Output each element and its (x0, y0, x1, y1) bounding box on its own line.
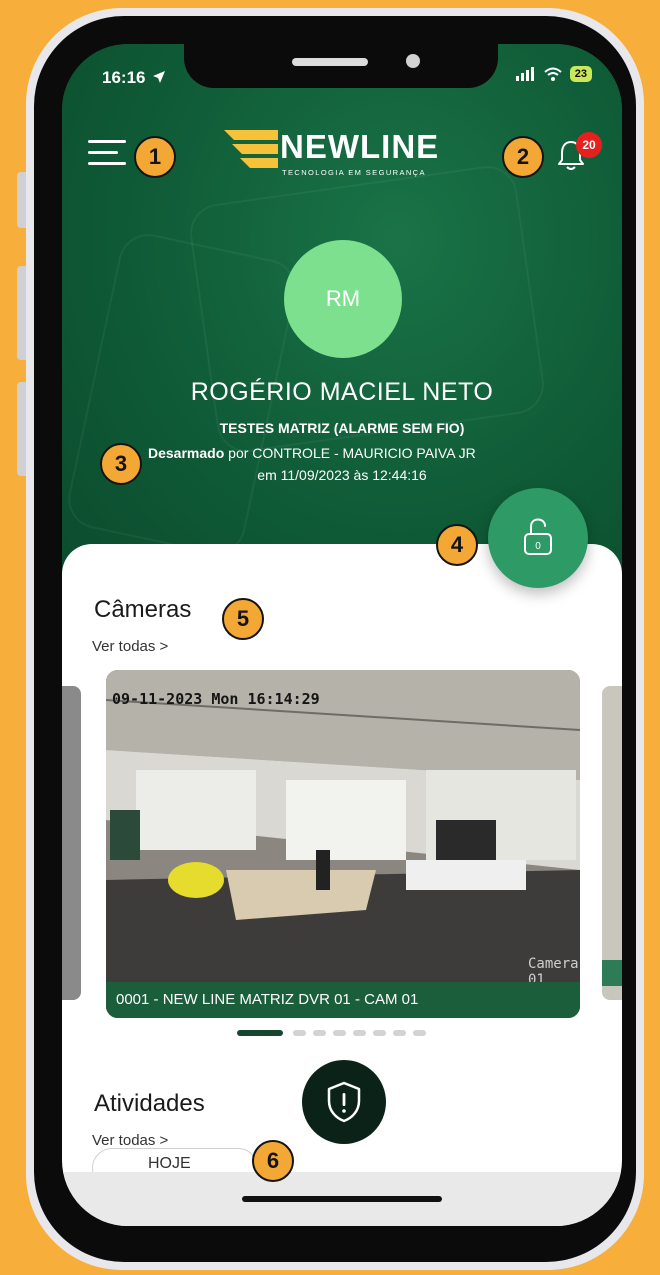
shield-alert-icon (327, 1081, 361, 1123)
pagination-dot[interactable] (333, 1030, 346, 1036)
speaker-grill (292, 58, 368, 66)
activities-see-all-link[interactable]: Ver todas > (92, 1132, 168, 1149)
home-indicator (242, 1196, 442, 1202)
camera-card-next[interactable] (602, 686, 622, 1000)
alarm-status-actor: por CONTROLE - MAURICIO PAIVA JR (224, 445, 476, 461)
battery-icon: 23 (569, 66, 592, 82)
status-indicators: 23 (515, 66, 592, 82)
app-screen: 16:16 23 NEWLINE TECNOLOGIA EM SEGURANÇA… (62, 44, 622, 1226)
camera-snapshot (106, 670, 580, 1018)
activity-date-label: HOJE (148, 1155, 191, 1172)
camera-caption: 0001 - NEW LINE MATRIZ DVR 01 - CAM 01 (106, 982, 580, 1018)
avatar: RM (284, 240, 402, 358)
location-arrow-icon (153, 71, 166, 83)
alarm-status: Desarmado por CONTROLE - MAURICIO PAIVA … (148, 445, 476, 461)
activities-title: Atividades (94, 1090, 205, 1117)
logo-wordmark: NEWLINE (280, 128, 440, 165)
callout-marker-3: 3 (100, 443, 142, 485)
pagination-dot[interactable] (237, 1030, 283, 1036)
arm-disarm-button[interactable]: 0 (488, 488, 588, 588)
callout-marker-2: 2 (502, 136, 544, 178)
logo-stripes-icon (224, 130, 278, 168)
pagination-dot[interactable] (393, 1030, 406, 1036)
user-name: ROGÉRIO MACIEL NETO (190, 378, 494, 406)
zone-number: 0 (535, 541, 541, 552)
menu-button[interactable] (88, 140, 126, 166)
status-time: 16:16 (102, 68, 166, 88)
newline-logo: NEWLINE TECNOLOGIA EM SEGURANÇA (224, 128, 464, 180)
pagination-dot[interactable] (313, 1030, 326, 1036)
cameras-see-all-link[interactable]: Ver todas > (92, 638, 168, 655)
device-notch (184, 44, 498, 88)
cameras-title: Câmeras (94, 596, 192, 623)
pagination-dot[interactable] (413, 1030, 426, 1036)
account-name: TESTES MATRIZ (ALARME SEM FIO) (219, 420, 465, 436)
notification-count-badge: 20 (576, 132, 602, 158)
pagination-dot[interactable] (373, 1030, 386, 1036)
callout-marker-1: 1 (134, 136, 176, 178)
pagination-dot[interactable] (293, 1030, 306, 1036)
wifi-icon (544, 67, 562, 81)
front-camera (406, 54, 420, 68)
logo-tagline: TECNOLOGIA EM SEGURANÇA (282, 168, 426, 177)
callout-marker-6: 6 (252, 1140, 294, 1182)
callout-marker-5: 5 (222, 598, 264, 640)
lock-open-icon: 0 (524, 518, 552, 555)
alarm-status-state: Desarmado (148, 445, 225, 461)
panic-button[interactable] (302, 1060, 386, 1144)
camera-timestamp: 09-11-2023 Mon 16:14:29 (112, 690, 320, 708)
signal-icon (515, 67, 534, 81)
camera-feed-card[interactable]: 09-11-2023 Mon 16:14:29 Camera 01 0001 -… (106, 670, 580, 1018)
alarm-status-datetime: em 11/09/2023 às 12:44:16 (257, 467, 427, 483)
pagination-dot[interactable] (353, 1030, 366, 1036)
camera-card-previous[interactable] (62, 686, 81, 1000)
callout-marker-4: 4 (436, 524, 478, 566)
